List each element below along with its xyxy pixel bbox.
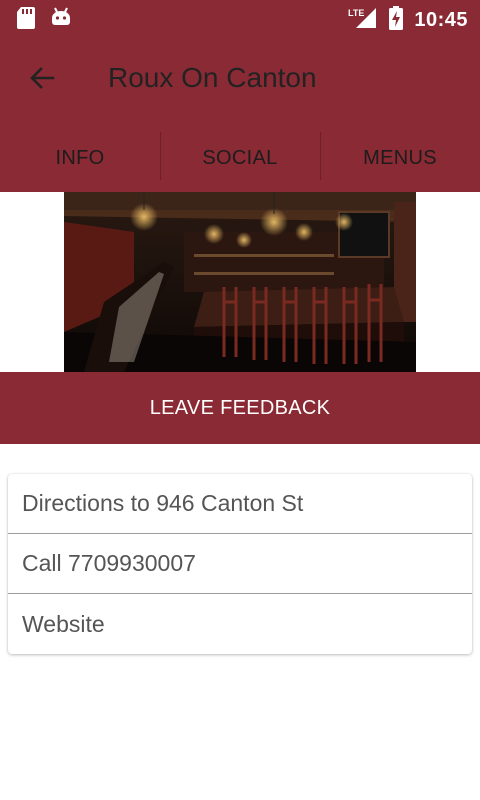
tab-label: INFO [55, 146, 105, 169]
info-list-card: Directions to 946 Canton St Call 7709930… [8, 474, 472, 654]
leave-feedback-button[interactable]: LEAVE FEEDBACK [0, 372, 480, 444]
tab-bar: INFO SOCIAL MENUS [0, 124, 480, 192]
tab-divider [160, 132, 161, 180]
arrow-left-icon [29, 65, 55, 96]
call-item[interactable]: Call 7709930007 [8, 534, 472, 594]
page-title: Roux On Canton [108, 62, 317, 93]
list-item-label: Call 7709930007 [22, 550, 196, 576]
tab-menus[interactable]: MENUS [320, 124, 480, 192]
restaurant-photo [64, 192, 416, 372]
app-bar: Roux On Canton [0, 36, 480, 124]
website-item[interactable]: Website [8, 594, 472, 654]
tab-divider [320, 132, 321, 180]
tab-label: MENUS [363, 146, 437, 169]
back-button[interactable] [18, 56, 66, 104]
directions-item[interactable]: Directions to 946 Canton St [8, 474, 472, 534]
leave-feedback-label: LEAVE FEEDBACK [149, 396, 331, 419]
list-item-label: Directions to 946 Canton St [22, 490, 304, 516]
tab-info[interactable]: INFO [0, 124, 160, 192]
battery-charging-icon [388, 6, 404, 35]
android-icon [50, 6, 72, 35]
clock: 10:45 [414, 9, 468, 31]
signal-icon: LTE [348, 6, 378, 35]
tab-label: SOCIAL [202, 146, 278, 169]
sd-card-icon [16, 6, 36, 35]
list-item-label: Website [22, 610, 105, 637]
hero-section [0, 192, 480, 372]
network-label: LTE [348, 8, 364, 18]
status-bar: LTE 10:45 [0, 0, 480, 36]
tab-social[interactable]: SOCIAL [160, 124, 320, 192]
